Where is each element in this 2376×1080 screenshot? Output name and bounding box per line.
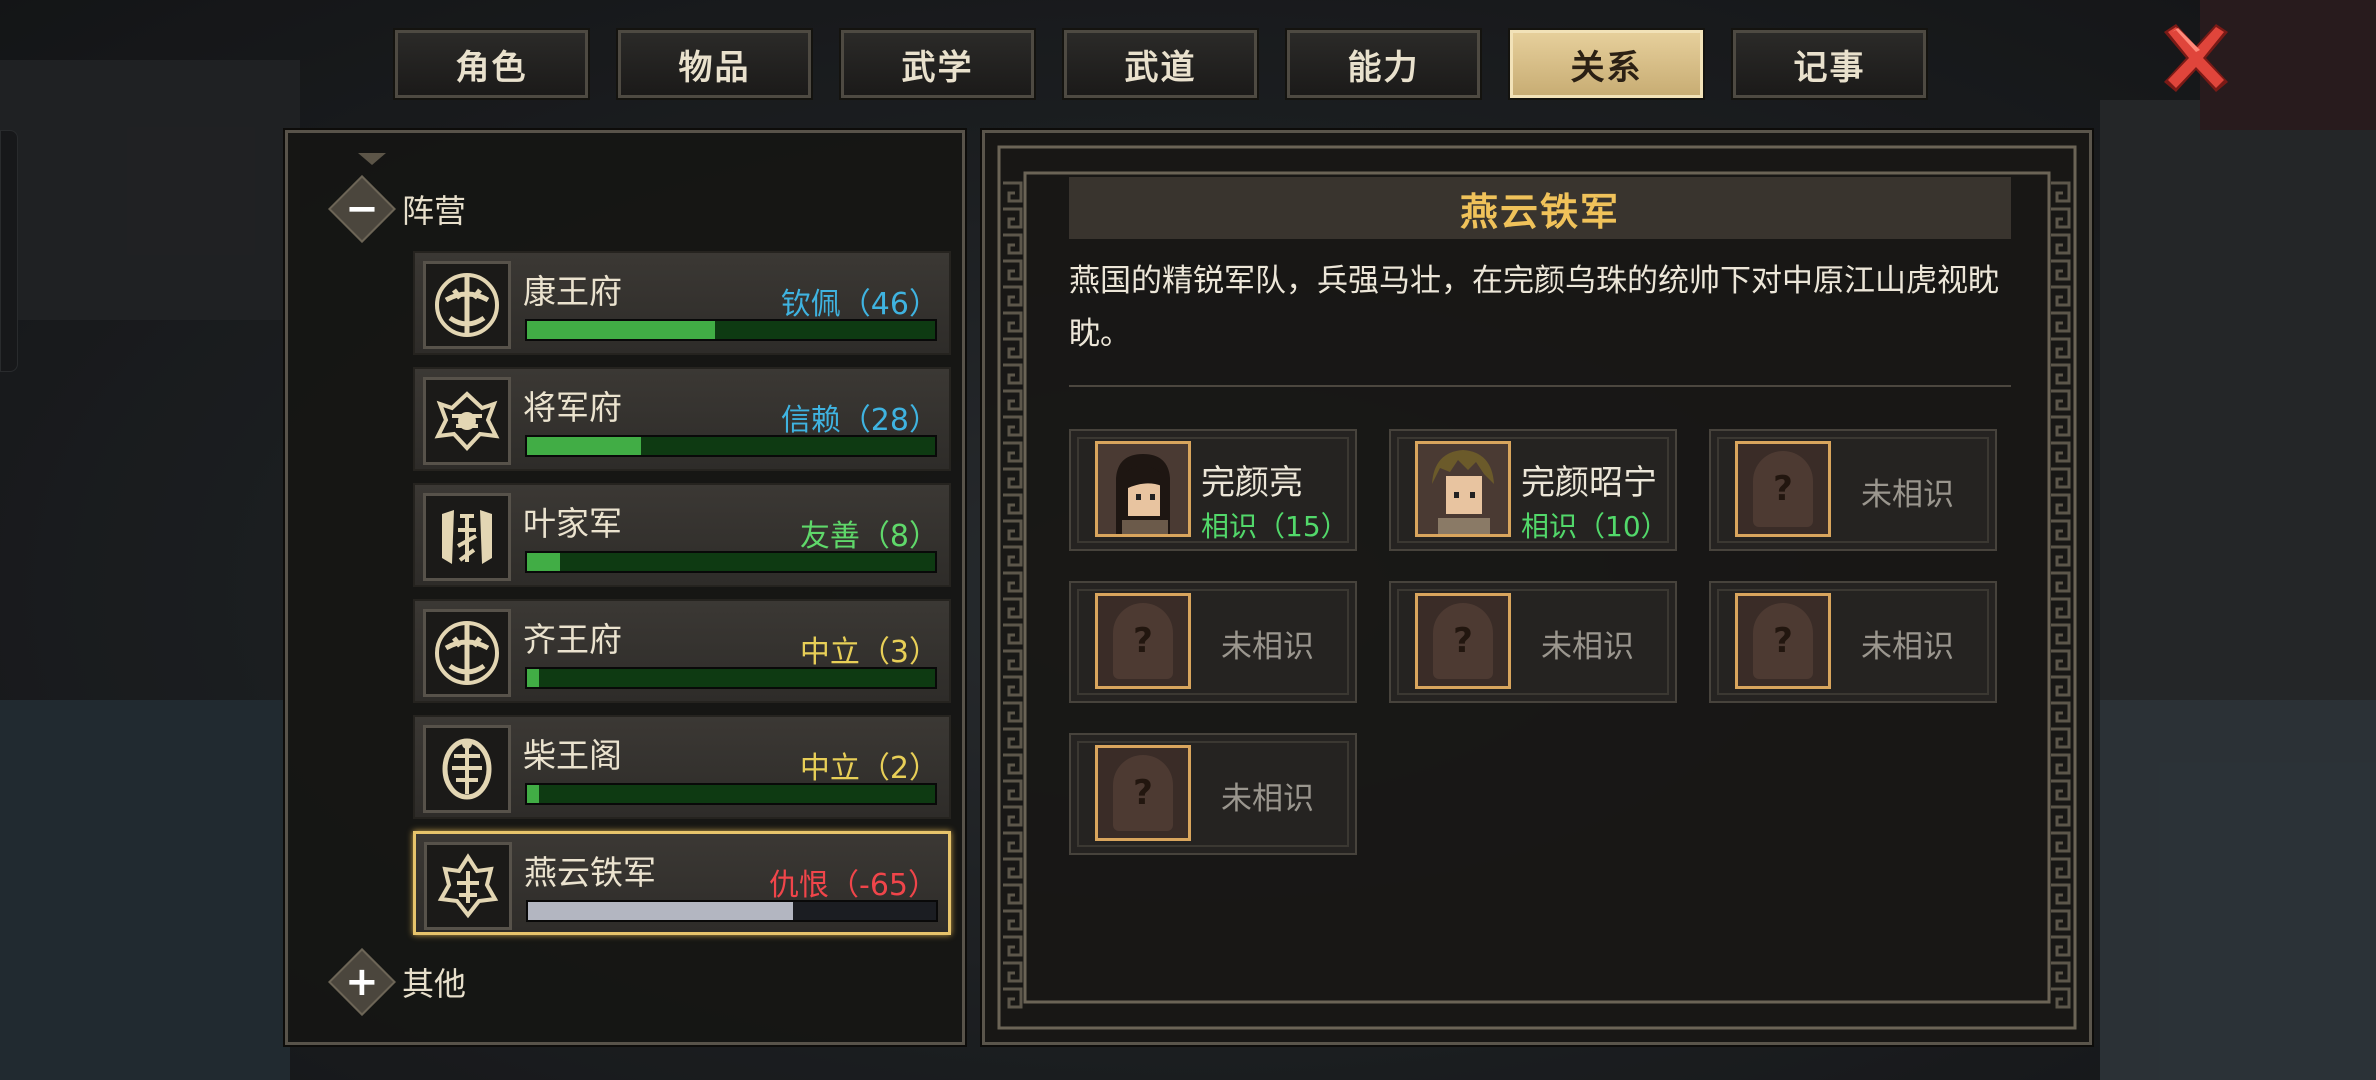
faction-name: 叶家军 (523, 504, 622, 543)
group-camp-label: 阵营 (402, 192, 467, 230)
divider (1069, 385, 2011, 387)
member-card-unknown[interactable]: ? 未相识 (1069, 733, 1357, 855)
faction-row-yanyuntiejun[interactable]: 燕云铁军 仇恨（-65） (413, 831, 951, 935)
relation-bar-fill (527, 785, 540, 803)
member-card-unknown[interactable]: ? 未相识 (1709, 581, 1997, 703)
faction-emblem-icon (423, 377, 511, 465)
faction-name: 齐王府 (523, 620, 622, 659)
relation-bar (525, 551, 937, 573)
member-card-unknown[interactable]: ? 未相识 (1069, 581, 1357, 703)
relation-bar (525, 783, 937, 805)
member-relation: 相识（15） (1201, 510, 1349, 543)
group-other-header[interactable]: + 其他 (328, 948, 467, 1016)
member-card[interactable]: 完颜昭宁 相识（10） (1389, 429, 1677, 551)
relation-bar-fill (527, 553, 560, 571)
scroll-up-indicator (358, 153, 386, 165)
close-x-icon (2164, 24, 2228, 92)
faction-relation: 信赖（28） (780, 403, 939, 438)
faction-name: 柴王阁 (523, 736, 622, 775)
tab-martial-arts[interactable]: 武学 (839, 28, 1036, 100)
faction-row-kangwangfu[interactable]: 康王府 钦佩（46） (413, 251, 951, 355)
faction-emblem-icon (423, 261, 511, 349)
unknown-portrait-icon: ? (1735, 441, 1831, 537)
faction-relation: 仇恨（-65） (769, 868, 938, 903)
relation-bar (526, 900, 938, 922)
tab-bar: 角色 物品 武学 武道 能力 关系 记事 (393, 28, 1928, 100)
expand-icon: + (328, 948, 396, 1016)
faction-relation: 中立（2） (799, 751, 939, 786)
member-portrait (1415, 441, 1511, 537)
member-unknown-label: 未相识 (1541, 629, 1634, 665)
unknown-portrait-icon: ? (1735, 593, 1831, 689)
relation-bar-fill (527, 669, 540, 687)
faction-row-yejiajun[interactable]: 叶家军 友善（8） (413, 483, 951, 587)
tab-abilities[interactable]: 能力 (1285, 28, 1482, 100)
faction-row-chaiwangge[interactable]: 柴王阁 中立（2） (413, 715, 951, 819)
member-name: 完颜昭宁 (1521, 463, 1657, 503)
group-camp-header[interactable]: − 阵营 (328, 175, 467, 243)
member-card-unknown[interactable]: ? 未相识 (1389, 581, 1677, 703)
member-unknown-label: 未相识 (1861, 629, 1954, 665)
faction-list-panel[interactable]: − 阵营 康王府 钦佩（46） 将军府 信赖（28） 叶家军 友善（8） 齐王府… (283, 128, 967, 1047)
relation-bar (525, 667, 937, 689)
group-other-label: 其他 (402, 965, 467, 1003)
faction-emblem-icon (423, 725, 511, 813)
relation-bar (525, 435, 937, 457)
member-relation: 相识（10） (1521, 510, 1669, 543)
tab-items[interactable]: 物品 (616, 28, 813, 100)
faction-name: 燕云铁军 (524, 853, 656, 892)
member-name: 完颜亮 (1201, 463, 1303, 503)
relation-bar-fill (527, 321, 715, 339)
faction-name: 将军府 (523, 388, 622, 427)
detail-title: 燕云铁军 (1069, 177, 2011, 239)
close-button[interactable] (2156, 18, 2236, 98)
tab-records[interactable]: 记事 (1731, 28, 1928, 100)
tab-relations[interactable]: 关系 (1508, 28, 1705, 100)
member-card[interactable]: 完颜亮 相识（15） (1069, 429, 1357, 551)
faction-emblem-icon (423, 493, 511, 581)
faction-emblem-icon (423, 609, 511, 697)
faction-relation: 中立（3） (799, 635, 939, 670)
unknown-portrait-icon: ? (1095, 593, 1191, 689)
faction-name: 康王府 (523, 272, 622, 311)
detail-description: 燕国的精锐军队，兵强马壮，在完颜乌珠的统帅下对中原江山虎视眈眈。 (1069, 263, 1999, 352)
member-card-unknown[interactable]: ? 未相识 (1709, 429, 1997, 551)
faction-row-qiwangfu[interactable]: 齐王府 中立（3） (413, 599, 951, 703)
tab-character[interactable]: 角色 (393, 28, 590, 100)
member-unknown-label: 未相识 (1221, 781, 1314, 817)
member-unknown-label: 未相识 (1861, 477, 1954, 513)
tab-martial-way[interactable]: 武道 (1062, 28, 1259, 100)
collapse-icon: − (328, 175, 396, 243)
faction-row-jiangjunfu[interactable]: 将军府 信赖（28） (413, 367, 951, 471)
relation-bar (525, 319, 937, 341)
member-unknown-label: 未相识 (1221, 629, 1314, 665)
relation-bar-fill (527, 437, 642, 455)
unknown-portrait-icon: ? (1415, 593, 1511, 689)
unknown-portrait-icon: ? (1095, 745, 1191, 841)
relation-bar-fill (528, 902, 794, 920)
member-portrait (1095, 441, 1191, 537)
faction-detail-panel: 燕云铁军 燕国的精锐军队，兵强马壮，在完颜乌珠的统帅下对中原江山虎视眈眈。 完颜… (980, 128, 2094, 1047)
faction-relation: 钦佩（46） (780, 287, 939, 322)
faction-emblem-icon (424, 842, 512, 930)
faction-relation: 友善（8） (799, 519, 939, 554)
